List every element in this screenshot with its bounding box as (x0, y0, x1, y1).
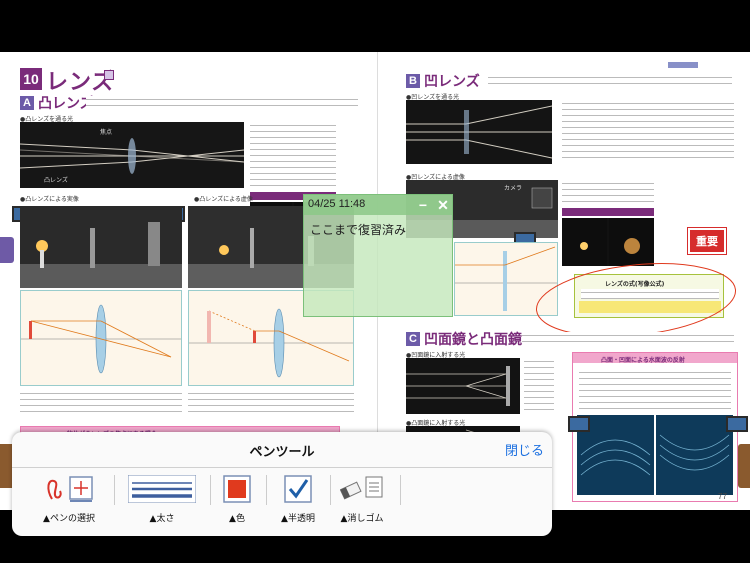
pen-tool-panel: ペンツール 閉じる ▲ペンの選択 ▲太さ ▲色 ▲半透明 ▲消しゴム (12, 432, 552, 536)
section-b-intro-text (488, 74, 732, 88)
pen-panel-header: ペンツール 閉じる (12, 432, 552, 468)
line-thickness-icon (128, 475, 196, 503)
close-button[interactable]: 閉じる (505, 440, 544, 459)
red-pen-annotation (535, 263, 737, 337)
convex-lens-body-text (250, 122, 336, 190)
section-c-badge: C (406, 332, 420, 346)
eraser-icon (340, 476, 383, 500)
pen-panel-title: ペンツール (249, 445, 315, 460)
video-film-icon-5[interactable] (726, 416, 748, 432)
checkbox-checked-icon (284, 475, 312, 503)
toolbar-divider (330, 475, 331, 505)
real-image-experiment-photo (20, 206, 182, 288)
toolbar-divider (210, 475, 211, 505)
real-image-ray-diagram (20, 290, 182, 386)
point-box-right-title: 凸面・凹面による水面波の反射 (601, 357, 685, 364)
section-a-intro-text (86, 96, 358, 110)
left-edge-tab[interactable] (0, 237, 14, 263)
section-a-badge: A (20, 96, 34, 110)
viewer-screen: 10 レンズ A 凸レンズ ●凸レンズを通る光 焦点 凸レンズ ●凸レンズによる… (0, 0, 750, 563)
left-bottom-tab[interactable] (0, 444, 12, 488)
toolbar-divider (114, 475, 115, 505)
page-number: 77 (718, 492, 727, 501)
note-minimize-button[interactable]: − (414, 196, 432, 214)
color-label: ▲色 (229, 514, 245, 524)
focus-label: 焦点 (100, 128, 112, 136)
video-film-icon-4[interactable] (568, 416, 590, 432)
page-header-mark (668, 62, 698, 68)
point-box-right: 凸面・凹面による水面波の反射 (572, 352, 738, 502)
camera-label: カメラ (504, 185, 522, 192)
note-text[interactable]: ここまで復習済み (310, 221, 406, 238)
note-timestamp: 04/25 11:48 (308, 198, 366, 210)
concave-mirror-photo (406, 358, 520, 414)
toolbar-divider (266, 475, 267, 505)
translucent-tool[interactable]: ▲半透明 (274, 469, 322, 536)
caption-real-image: ●凸レンズによる実像 (20, 196, 79, 203)
note-close-button[interactable]: ✕ (434, 196, 452, 214)
section-c-title: 凹面鏡と凸面鏡 (424, 332, 522, 348)
thickness-label: ▲太さ (149, 514, 175, 524)
eraser-tool[interactable]: ▲消しゴム (334, 469, 390, 536)
real-image-text (20, 390, 182, 414)
convex-lens-rays-diagram: 焦点 凸レンズ (20, 122, 244, 188)
concave-lens-body-text (562, 100, 734, 160)
sticky-note-header[interactable]: 04/25 11:48 − ✕ (304, 195, 452, 215)
water-wave-photos (577, 415, 733, 495)
toolbar-divider (400, 475, 401, 505)
color-swatch-icon (223, 475, 251, 503)
thickness-tool[interactable]: ▲太さ (124, 469, 200, 536)
color-tool[interactable]: ▲色 (217, 469, 257, 536)
section-b-badge: B (406, 74, 420, 88)
sticky-note[interactable]: 04/25 11:48 − ✕ ここまで復習済み (303, 194, 453, 317)
caption-virtual-image: ●凸レンズによる虚像 (194, 196, 253, 203)
pen-toolbar: ▲ペンの選択 ▲太さ ▲色 ▲半透明 ▲消しゴム (12, 469, 552, 536)
chapter-title: レンズ (46, 70, 115, 95)
chapter-icon (104, 70, 114, 80)
chapter-number-badge: 10 (20, 68, 42, 90)
pen-select-label: ▲ペンの選択 (43, 514, 95, 524)
eraser-label: ▲消しゴム (340, 514, 384, 524)
translucent-label: ▲半透明 (281, 514, 315, 524)
right-edge-tab[interactable] (738, 444, 750, 488)
important-badge: 重要 (688, 228, 726, 254)
convex-lens-label: 凸レンズ (44, 176, 68, 184)
pen-select-icon (47, 476, 93, 502)
pen-select-tool[interactable]: ▲ペンの選択 (40, 469, 98, 536)
section-b-title: 凹レンズ (424, 74, 480, 90)
virtual-image-text (188, 390, 354, 414)
concave-lens-rays-diagram (406, 100, 552, 164)
